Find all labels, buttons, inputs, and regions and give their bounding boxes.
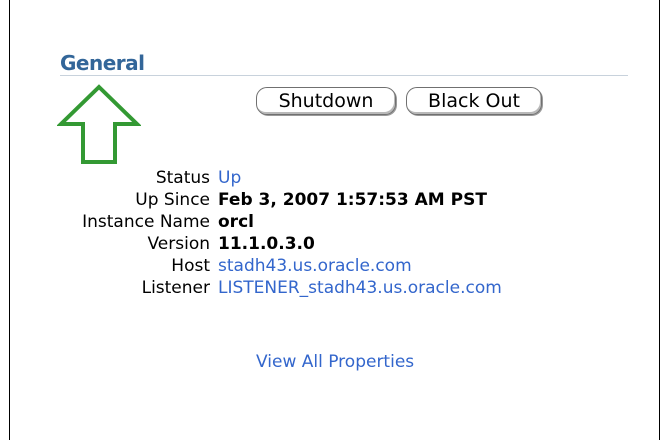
version-value: 11.1.0.3.0 bbox=[218, 234, 315, 254]
property-label: Version bbox=[147, 234, 210, 254]
host-link[interactable]: stadh43.us.oracle.com bbox=[218, 256, 412, 276]
property-label: Host bbox=[171, 256, 210, 276]
section-divider bbox=[60, 75, 628, 76]
property-label: Up Since bbox=[135, 190, 210, 210]
instance-name-value: orcl bbox=[218, 212, 254, 232]
shutdown-button[interactable]: Shutdown bbox=[256, 87, 396, 115]
up-since-value: Feb 3, 2007 1:57:53 AM PST bbox=[218, 190, 487, 210]
section-title: General bbox=[60, 51, 145, 75]
view-all-properties-link[interactable]: View All Properties bbox=[256, 352, 414, 372]
property-label: Status bbox=[155, 168, 210, 188]
status-value-link[interactable]: Up bbox=[218, 168, 241, 188]
property-label: Instance Name bbox=[82, 212, 210, 232]
property-label: Listener bbox=[141, 278, 210, 298]
up-arrow-icon bbox=[57, 84, 141, 164]
black-out-button[interactable]: Black Out bbox=[406, 87, 542, 115]
listener-link[interactable]: LISTENER_stadh43.us.oracle.com bbox=[218, 278, 502, 298]
